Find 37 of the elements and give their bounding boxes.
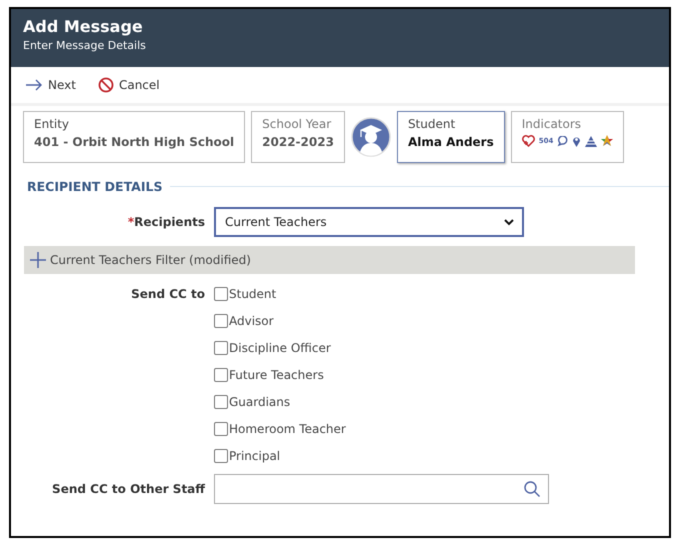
chevron-down-icon (504, 218, 514, 226)
cc-checkbox[interactable]: Student (214, 287, 276, 301)
next-button[interactable]: Next (25, 77, 76, 93)
pyramid-icon (585, 136, 598, 146)
heart-plus-icon (522, 135, 535, 147)
location-pin-icon (572, 135, 582, 147)
cancel-icon (98, 77, 114, 93)
other-staff-label: Send CC to Other Staff (52, 482, 205, 496)
recipients-dropdown[interactable]: Current Teachers (214, 207, 524, 237)
filter-toggle[interactable]: Current Teachers Filter (modified) (24, 246, 635, 274)
plus-icon (30, 252, 46, 268)
staff-search-field[interactable] (214, 474, 549, 504)
page-subtitle: Enter Message Details (23, 39, 147, 52)
cancel-button[interactable]: Cancel (98, 77, 160, 93)
entity-label: Entity (34, 117, 70, 131)
star-icon (601, 135, 614, 147)
cc-checkbox[interactable]: Guardians (214, 395, 290, 409)
cc-checkbox[interactable]: Discipline Officer (214, 341, 331, 355)
student-card[interactable]: Student Alma Anders (396, 111, 505, 163)
section-title: RECIPIENT DETAILS (27, 179, 162, 194)
cc-checkbox[interactable]: Principal (214, 449, 280, 463)
student-name: Alma Anders (408, 135, 494, 149)
speech-bubble-icon (557, 136, 568, 146)
student-label: Student (408, 117, 456, 131)
school-year-label: School Year (262, 117, 332, 131)
arrow-right-icon (25, 79, 43, 91)
student-avatar-icon (350, 117, 391, 157)
search-icon (524, 481, 540, 497)
recipients-label: *Recipients (128, 215, 205, 229)
school-year-value: 2022-2023 (262, 135, 334, 149)
page-title: Add Message (23, 17, 144, 36)
send-cc-label: Send CC to (131, 287, 205, 301)
cc-checkbox[interactable]: Advisor (214, 314, 274, 328)
indicators-label: Indicators (522, 117, 582, 131)
entity-value: 401 - Orbit North High School (34, 135, 234, 149)
cc-checkbox[interactable]: Future Teachers (214, 368, 324, 382)
cc-checkbox[interactable]: Homeroom Teacher (214, 422, 346, 436)
